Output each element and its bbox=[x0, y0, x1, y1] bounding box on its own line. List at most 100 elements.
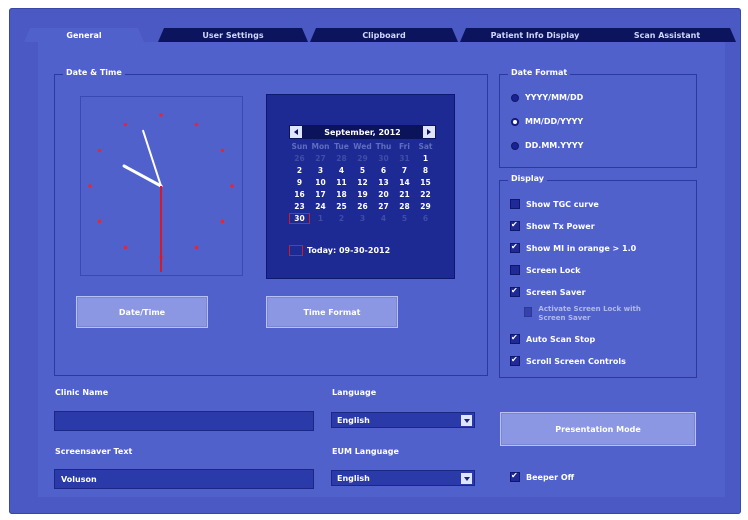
analog-clock bbox=[80, 96, 243, 276]
calendar-day[interactable]: 20 bbox=[373, 189, 394, 200]
language-select[interactable]: English bbox=[331, 412, 475, 428]
checkbox[interactable] bbox=[510, 265, 520, 275]
calendar-header: September, 2012 bbox=[289, 125, 436, 139]
today-row[interactable]: Today: 09-30-2012 bbox=[289, 245, 390, 256]
previous-month-arrow-icon[interactable] bbox=[290, 126, 302, 138]
calendar-day[interactable]: 6 bbox=[373, 165, 394, 176]
calendar-day: 27 bbox=[315, 154, 326, 163]
calendar-day[interactable]: 11 bbox=[331, 177, 352, 188]
checkbox-label: Auto Scan Stop bbox=[526, 334, 596, 344]
calendar-day: 6 bbox=[422, 214, 429, 223]
calendar-day[interactable]: 4 bbox=[331, 165, 352, 176]
calendar-day: 30 bbox=[378, 154, 389, 163]
chevron-down-icon[interactable] bbox=[461, 473, 472, 484]
presentation-mode-button[interactable]: Presentation Mode bbox=[500, 412, 696, 446]
calendar-day: 4 bbox=[380, 214, 387, 223]
calendar-day[interactable]: 8 bbox=[415, 165, 436, 176]
tab-user-settings[interactable]: User Settings bbox=[158, 28, 308, 42]
calendar-day[interactable]: 7 bbox=[394, 165, 415, 176]
calendar-day[interactable]: 17 bbox=[310, 189, 331, 200]
radio-label: MM/DD/YYYY bbox=[525, 117, 584, 126]
screen-lock-checkbox[interactable]: Screen Lock bbox=[510, 265, 580, 275]
calendar-day: 26 bbox=[294, 154, 305, 163]
calendar-day[interactable]: 25 bbox=[331, 201, 352, 212]
eum-language-label: EUM Language bbox=[332, 447, 399, 456]
checkbox[interactable] bbox=[510, 221, 520, 231]
tab-patient-info-display[interactable]: Patient Info Display bbox=[460, 28, 610, 42]
tab-general[interactable]: General bbox=[24, 28, 144, 42]
calendar-day[interactable]: 12 bbox=[352, 177, 373, 188]
activate-screen-lock-checkbox[interactable]: Activate Screen Lock with Screen Saver bbox=[524, 305, 664, 323]
calendar-day[interactable]: 22 bbox=[415, 189, 436, 200]
time-format-button[interactable]: Time Format bbox=[266, 296, 398, 328]
radio-button[interactable] bbox=[511, 93, 519, 102]
show-tgc-curve-checkbox[interactable]: Show TGC curve bbox=[510, 199, 599, 209]
calendar-day[interactable]: 10 bbox=[310, 177, 331, 188]
calendar-day[interactable]: 19 bbox=[352, 189, 373, 200]
calendar-day[interactable]: 18 bbox=[331, 189, 352, 200]
checkbox[interactable] bbox=[510, 472, 520, 482]
clock-tick bbox=[230, 184, 234, 188]
checkbox-label: Scroll Screen Controls bbox=[526, 356, 626, 366]
auto-scan-stop-checkbox[interactable]: Auto Scan Stop bbox=[510, 334, 595, 344]
weekday-label: Tue bbox=[334, 142, 349, 151]
checkbox-label: Activate Screen Lock with Screen Saver bbox=[538, 305, 641, 322]
calendar-day[interactable]: 30 bbox=[289, 213, 310, 224]
calendar-day[interactable]: 26 bbox=[352, 201, 373, 212]
clinic-name-input[interactable] bbox=[54, 411, 314, 431]
display-group: Display bbox=[499, 174, 697, 378]
clock-tick bbox=[194, 245, 199, 250]
tab-scan-assistant[interactable]: Scan Assistant bbox=[598, 28, 736, 42]
tab-clipboard[interactable]: Clipboard bbox=[310, 28, 458, 42]
next-month-arrow-icon[interactable] bbox=[423, 126, 435, 138]
calendar-day[interactable]: 23 bbox=[289, 201, 310, 212]
checkbox-label: Show Tx Power bbox=[526, 221, 595, 231]
beeper-off-checkbox[interactable]: Beeper Off bbox=[510, 472, 574, 482]
calendar-day[interactable]: 2 bbox=[289, 165, 310, 176]
show-mi-orange-checkbox[interactable]: Show MI in orange > 1.0 bbox=[510, 243, 636, 253]
calendar-day[interactable]: 13 bbox=[373, 177, 394, 188]
checkbox[interactable] bbox=[510, 199, 520, 209]
clock-tick bbox=[97, 219, 102, 224]
calendar-day[interactable]: 3 bbox=[310, 165, 331, 176]
calendar-day[interactable]: 1 bbox=[415, 153, 436, 164]
calendar-day[interactable]: 21 bbox=[394, 189, 415, 200]
calendar-day[interactable]: 28 bbox=[394, 201, 415, 212]
radio-button[interactable] bbox=[511, 117, 519, 126]
show-tx-power-checkbox[interactable]: Show Tx Power bbox=[510, 221, 595, 231]
calendar-day[interactable]: 14 bbox=[394, 177, 415, 188]
checkbox[interactable] bbox=[510, 356, 520, 366]
checkbox[interactable] bbox=[524, 307, 533, 317]
eum-language-select[interactable]: English bbox=[331, 470, 475, 486]
language-label: Language bbox=[332, 388, 377, 397]
tab-bar: General User Settings Clipboard Patient … bbox=[24, 28, 736, 42]
weekday-label: Thu bbox=[375, 142, 392, 151]
screen-saver-checkbox[interactable]: Screen Saver bbox=[510, 287, 586, 297]
screensaver-text-label: Screensaver Text bbox=[55, 447, 133, 456]
checkbox-label: Screen Saver bbox=[526, 287, 586, 297]
calendar-day[interactable]: 5 bbox=[352, 165, 373, 176]
scroll-screen-controls-checkbox[interactable]: Scroll Screen Controls bbox=[510, 356, 626, 366]
calendar-day[interactable]: 29 bbox=[415, 201, 436, 212]
checkbox[interactable] bbox=[510, 243, 520, 253]
checkbox[interactable] bbox=[510, 287, 520, 297]
calendar-day[interactable]: 9 bbox=[289, 177, 310, 188]
screensaver-text-input[interactable]: Voluson bbox=[54, 469, 314, 489]
chevron-down-icon[interactable] bbox=[461, 415, 472, 426]
clock-tick bbox=[97, 148, 102, 153]
clock-icon bbox=[88, 113, 234, 272]
calendar-day[interactable]: 24 bbox=[310, 201, 331, 212]
clock-tick bbox=[159, 113, 163, 117]
date-format-option-mm-dd-yyyy[interactable]: MM/DD/YYYY bbox=[511, 117, 583, 126]
calendar-day[interactable]: 27 bbox=[373, 201, 394, 212]
date-format-option-yyyy-mm-dd[interactable]: YYYY/MM/DD bbox=[511, 93, 583, 102]
calendar-day[interactable]: 15 bbox=[415, 177, 436, 188]
calendar-day[interactable]: 16 bbox=[289, 189, 310, 200]
checkbox-label: Show TGC curve bbox=[526, 199, 599, 209]
weekday-label: Fri bbox=[399, 142, 410, 151]
radio-button[interactable] bbox=[511, 141, 519, 150]
checkbox[interactable] bbox=[510, 334, 520, 344]
date-format-option-dd-mm-yyyy[interactable]: DD.MM.YYYY bbox=[511, 141, 583, 150]
date-time-button[interactable]: Date/Time bbox=[76, 296, 208, 328]
weekday-label: Sun bbox=[291, 142, 308, 151]
